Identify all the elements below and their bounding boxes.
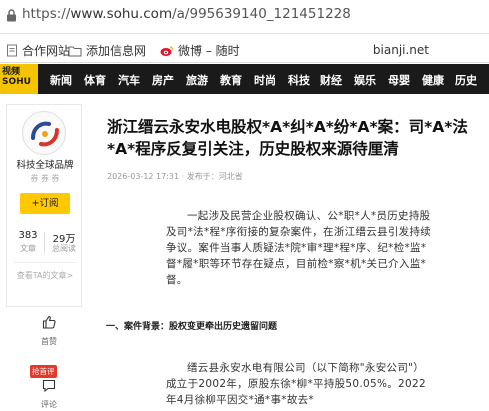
bookmarks-bar: 合作网站 添加信息网 微博 – 随时 bianji.net bbox=[0, 35, 489, 63]
nav-item[interactable]: 娱乐 bbox=[354, 72, 376, 88]
view-all-articles-link[interactable]: 查看TA的文章> bbox=[7, 270, 83, 281]
nav-item[interactable]: 新闻 bbox=[50, 72, 72, 88]
bookmark-tianjia[interactable]: 添加信息网 bbox=[68, 42, 146, 59]
nav-item[interactable]: 时尚 bbox=[254, 72, 276, 88]
stat-articles-label: 文章 bbox=[20, 244, 36, 253]
bookmark-weibo[interactable]: 微博 – 随时 bbox=[160, 42, 240, 59]
bookmark-label: 微博 – 随时 bbox=[178, 44, 240, 58]
nav-item[interactable]: 科技 bbox=[288, 72, 310, 88]
author-badges: 券 券 券 bbox=[30, 174, 60, 183]
url-host: www.sohu.com bbox=[70, 6, 173, 22]
article-title: 浙江缙云永安水电股权*A*纠*A*纷*A*案：司*A*法*A*程序反复引关注，历… bbox=[107, 118, 468, 158]
nav-item[interactable]: 房产 bbox=[152, 72, 174, 88]
channel-nav: 视频 SOHU 新闻 体育 汽车 房产 旅游 教育 时尚 科技 财经 娱乐 母婴… bbox=[0, 64, 489, 94]
lock-icon bbox=[7, 9, 16, 22]
nav-item[interactable]: 汽车 bbox=[118, 72, 140, 88]
brand-logo-icon bbox=[31, 121, 59, 147]
comment-button[interactable]: 评论 bbox=[36, 377, 62, 410]
avatar[interactable] bbox=[22, 111, 66, 155]
weibo-icon bbox=[160, 45, 174, 56]
comment-icon bbox=[42, 379, 56, 393]
sohu-logo[interactable]: 视频 SOHU bbox=[0, 64, 38, 94]
stat-divider bbox=[44, 232, 45, 254]
nav-item[interactable]: 旅游 bbox=[186, 72, 208, 88]
bookmark-label: 合作网站 bbox=[22, 44, 71, 58]
address-bar[interactable]: https://www.sohu.com/a/995639140_1214512… bbox=[0, 0, 489, 34]
folder-icon bbox=[68, 46, 82, 56]
nav-item[interactable]: 历史 bbox=[455, 72, 477, 88]
url-prefix: https:// bbox=[22, 6, 71, 22]
article-meta: 2026-03-12 17:31 · 发布于：河北省 bbox=[107, 172, 243, 181]
bookmark-bianji[interactable]: bianji.net bbox=[373, 43, 429, 57]
like-button[interactable]: 首赞 bbox=[36, 314, 62, 347]
intro-paragraph: 一起涉及民营企业股权确认、公*职*人*员历史持股及司*法*程*序衔接的复杂案件，… bbox=[166, 210, 432, 286]
document-icon bbox=[7, 44, 17, 57]
bookmark-label: 添加信息网 bbox=[86, 44, 147, 58]
nav-item[interactable]: 母婴 bbox=[388, 72, 410, 88]
stat-reads-label: 总阅读 bbox=[52, 244, 76, 253]
url-path: /a/995639140_121451228 bbox=[172, 6, 351, 22]
comment-label: 评论 bbox=[41, 400, 57, 409]
divider bbox=[13, 262, 77, 263]
thumbs-up-icon bbox=[42, 315, 56, 329]
nav-item[interactable]: 健康 bbox=[422, 72, 444, 88]
nav-item[interactable]: 体育 bbox=[84, 72, 106, 88]
nav-item[interactable]: 教育 bbox=[220, 72, 242, 88]
bookmark-hezuo[interactable]: 合作网站 bbox=[6, 42, 70, 59]
url-text[interactable]: https://www.sohu.com/a/995639140_1214512… bbox=[22, 6, 351, 22]
section-heading: 一、案件背景：股权变更牵出历史遗留问题 bbox=[106, 322, 278, 332]
follow-button[interactable]: +订阅 bbox=[20, 193, 70, 214]
like-label: 首赞 bbox=[41, 337, 57, 346]
author-card: 科技全球品牌 券 券 券 +订阅 383 文章 29万 总阅读 查看TA的文章> bbox=[6, 104, 82, 307]
author-name[interactable]: 科技全球品牌 bbox=[7, 157, 83, 171]
nav-item[interactable]: 财经 bbox=[320, 72, 342, 88]
body-paragraph: 缙云县永安水电有限公司（以下简称"永安公司"）成立于2002年，原股东徐*柳*平… bbox=[166, 362, 426, 406]
stat-articles-value: 383 bbox=[18, 230, 38, 241]
